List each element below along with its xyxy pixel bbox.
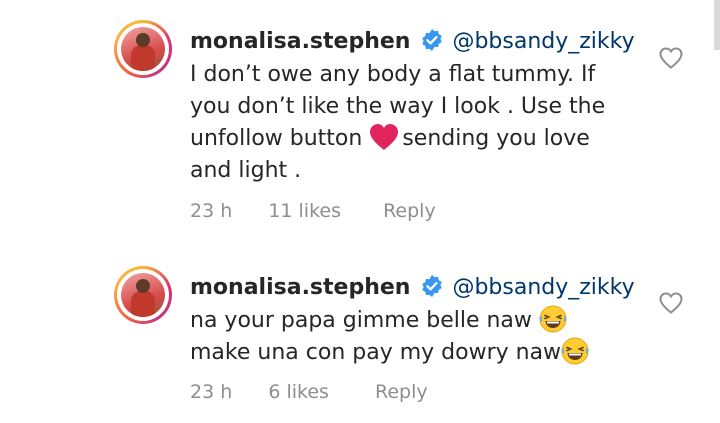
comment-line: na your papa gimme belle naw — [190, 305, 660, 337]
verified-badge-icon — [420, 274, 444, 298]
comment-line: make una con pay my dowry naw — [190, 337, 660, 369]
username[interactable]: monalisa.stephen — [190, 29, 410, 54]
heart-outline-icon[interactable] — [658, 291, 684, 315]
comment-meta: 23 h 11 likes Reply — [190, 200, 436, 222]
reply-button[interactable]: Reply — [375, 381, 428, 403]
comment-line: and light . — [190, 158, 302, 183]
comment-header: monalisa.stephen @bbsandy_zikky — [190, 274, 635, 302]
reply-button[interactable]: Reply — [383, 200, 436, 222]
laughing-emoji — [539, 305, 567, 333]
avatar[interactable] — [114, 20, 172, 78]
heart-outline-icon[interactable] — [658, 46, 684, 70]
laughing-emoji — [561, 337, 589, 365]
username[interactable]: monalisa.stephen — [190, 275, 410, 300]
likes-count[interactable]: 6 likes — [268, 381, 329, 403]
mention-link[interactable]: @bbsandy_zikky — [452, 275, 634, 300]
red-heart-emoji — [369, 123, 399, 150]
likes-count[interactable]: 11 likes — [268, 200, 341, 222]
comment-line: you don’t like the way I look . Use the — [190, 94, 606, 119]
timestamp: 23 h — [190, 200, 233, 222]
comment-text: na your papa gimme belle naw make una co… — [190, 305, 660, 369]
timestamp: 23 h — [190, 381, 233, 403]
comment-text: I don’t owe any body a flat tummy. If yo… — [190, 59, 660, 187]
avatar[interactable] — [114, 266, 172, 324]
comment-header: monalisa.stephen @bbsandy_zikky — [190, 28, 635, 56]
comment-line: I don’t owe any body a flat tummy. If — [190, 62, 596, 87]
comment-meta: 23 h 6 likes Reply — [190, 381, 428, 403]
verified-badge-icon — [420, 28, 444, 52]
mention-link[interactable]: @bbsandy_zikky — [452, 29, 634, 54]
scrollbar[interactable] — [714, 0, 720, 50]
comment-line: unfollow button sending you love — [190, 123, 660, 155]
